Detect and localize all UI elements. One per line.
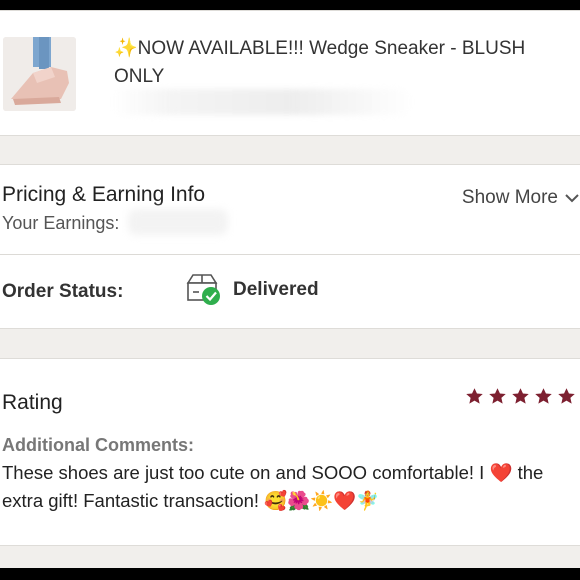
star-rating: [465, 387, 576, 406]
star-icon: [535, 388, 552, 404]
order-status-section: Order Status: Delivered: [0, 254, 580, 329]
package-delivered-icon: [186, 274, 220, 305]
order-status-label: Order Status:: [2, 281, 124, 302]
redacted-text: [112, 89, 412, 115]
additional-comments-label: Additional Comments:: [2, 435, 194, 455]
heart-emoji: ❤️: [489, 463, 513, 484]
pricing-title: Pricing & Earning Info: [2, 183, 206, 206]
show-more-label: Show More: [461, 187, 558, 208]
pricing-section: Pricing & Earning Info Your Earnings: Sh…: [0, 164, 580, 255]
star-icon: [558, 388, 575, 404]
product-thumbnail[interactable]: [3, 37, 76, 111]
listing-summary[interactable]: ✨NOW AVAILABLE!!! Wedge Sneaker - BLUSH …: [0, 10, 580, 136]
listing-title[interactable]: ✨NOW AVAILABLE!!! Wedge Sneaker - BLUSH …: [114, 35, 564, 91]
star-icon: [512, 388, 529, 404]
chevron-down-icon: [565, 194, 579, 203]
star-icon: [489, 388, 506, 404]
star-icon: [466, 388, 483, 404]
redacted-earnings: [128, 209, 228, 235]
order-status-value: Delivered: [233, 279, 319, 300]
product-photo: [3, 37, 76, 111]
comment-text-1: These shoes are just too cute on and SOO…: [2, 462, 485, 483]
earnings-label: Your Earnings:: [2, 213, 120, 233]
comment-emojis: 🥰🌺☀️❤️🧚: [264, 491, 380, 512]
order-detail-screen: ✨NOW AVAILABLE!!! Wedge Sneaker - BLUSH …: [0, 10, 580, 568]
rating-label: Rating: [2, 391, 63, 414]
review-comment: These shoes are just too cute on and SOO…: [2, 459, 578, 515]
rating-section: Rating Additional Comments: These shoes …: [0, 358, 580, 546]
show-more-button[interactable]: Show More: [462, 187, 580, 209]
